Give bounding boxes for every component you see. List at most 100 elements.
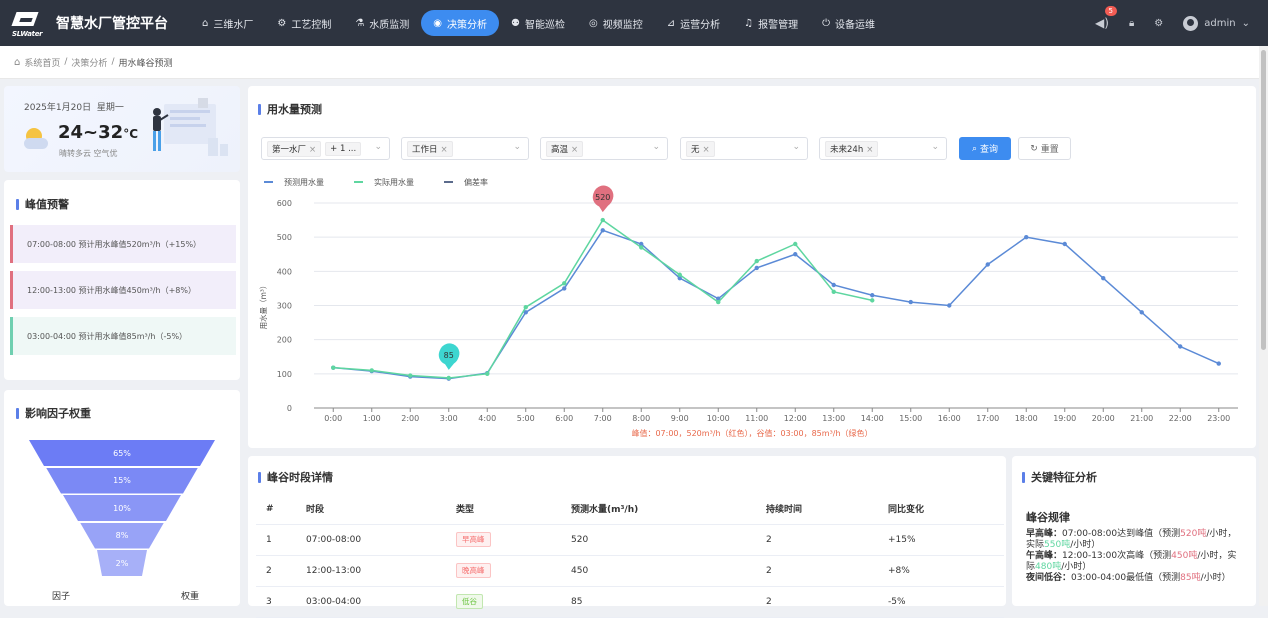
data-point — [369, 368, 374, 373]
temperature-tag[interactable]: 高温 × — [546, 140, 584, 157]
pattern-description: 早高峰：07:00-08:00达到峰值（预测520吨/小时，实际550吨/小时）… — [1026, 529, 1244, 584]
temperature-select[interactable]: 高温 × ⌄ — [540, 137, 668, 160]
peak-alert-item[interactable]: 12:00-13:00 预计用水峰值450m³/h（+8%） — [10, 271, 236, 309]
nav-icon: ⏻ — [822, 17, 831, 29]
close-icon: × — [571, 144, 579, 155]
funnel-segment[interactable]: 15% — [46, 467, 198, 494]
legend-label: 预测用水量 — [284, 177, 324, 187]
table-header: 预测水量(m³/h) — [561, 494, 756, 525]
nav-item-6[interactable]: ⊿ 运营分析 — [655, 10, 732, 36]
data-point — [754, 265, 759, 271]
nav-item-2[interactable]: ⚗ 水质监测 — [343, 10, 421, 36]
nav-item-5[interactable]: ◎ 视频监控 — [577, 10, 655, 36]
funnel-segment[interactable]: 65% — [29, 440, 215, 466]
presenter-illustration-icon — [153, 98, 228, 156]
data-point — [1139, 310, 1144, 315]
table-cell: 晚高峰 — [446, 555, 561, 587]
nav-label: 报警管理 — [758, 19, 799, 31]
nav-item-0[interactable]: ⌂ 三维水厂 — [190, 10, 265, 36]
data-point — [600, 228, 605, 233]
nav-label: 三维水厂 — [213, 19, 254, 31]
table-cell: 1 — [256, 524, 296, 556]
lock-icon[interactable]: 🔒︎ — [1129, 18, 1134, 29]
x-tick-label: 4:00 — [478, 414, 496, 423]
x-tick-label: 3:00 — [440, 414, 458, 423]
table-header: 持续时间 — [756, 494, 878, 525]
nav-icon: ⊿ — [666, 17, 676, 29]
detail-table: # 时段 类型 预测水量(m³/h) 持续时间 同比变化 1 07:00-08:00 早高峰 5… — [256, 494, 1004, 618]
noon-peak-text: 午高峰：12:00-13:00次高峰（预测450吨/小时，实际480吨/小时） — [1026, 551, 1237, 572]
data-point — [485, 371, 490, 377]
x-tick-label: 18:00 — [1015, 414, 1038, 423]
funnel-segment[interactable]: 10% — [63, 495, 181, 521]
forecast-title: 用水量预测 — [258, 101, 322, 117]
nav-label: 水质监测 — [369, 19, 410, 31]
table-cell: +8% — [878, 555, 1004, 587]
table-cell: 2 — [756, 555, 878, 587]
table-cell: 450 — [561, 555, 756, 587]
settings-gear-icon[interactable]: ⚙ — [1154, 18, 1163, 29]
table-header: 类型 — [446, 494, 561, 525]
breadcrumb-separator: / — [64, 57, 68, 67]
nav-item-7[interactable]: ♫ 报警管理 — [732, 10, 810, 36]
data-point — [985, 262, 990, 267]
y-tick-label: 300 — [277, 302, 292, 311]
nav-item-1[interactable]: ⚙ 工艺控制 — [265, 10, 343, 36]
time-range-tag[interactable]: 未来24h × — [825, 140, 879, 157]
daytype-tag[interactable]: 工作日 × — [407, 140, 453, 157]
x-tick-label: 17:00 — [976, 414, 999, 423]
breadcrumb-home[interactable]: 系统首页 — [24, 56, 60, 69]
plant-select[interactable]: 第一水厂 × + 1 ... ⌄ — [261, 137, 390, 160]
factor-label: 因子 — [52, 592, 71, 602]
time-range-select[interactable]: 未来24h × ⌄ — [819, 137, 947, 160]
chart-caption: 峰值：07:00，520m³/h（红色），谷值：03:00，85m³/h（绿色） — [631, 429, 873, 438]
table-row[interactable]: 2 12:00-13:00 晚高峰 450 2 +8% — [256, 555, 1004, 587]
factor-weight-title: 影响因子权重 — [16, 405, 91, 421]
data-point — [1216, 361, 1221, 366]
user-menu[interactable]: admin ⌄ — [1183, 15, 1250, 31]
query-button[interactable]: ⌕ 查询 — [959, 137, 1011, 160]
x-tick-label: 23:00 — [1207, 414, 1230, 423]
table-row[interactable]: 3 03:00-04:00 低谷 85 2 -5% — [256, 586, 1004, 618]
y-tick-label: 600 — [277, 199, 292, 208]
x-tick-label: 22:00 — [1169, 414, 1192, 423]
daytype-select[interactable]: 工作日 × ⌄ — [401, 137, 529, 160]
scrollbar-thumb[interactable] — [1261, 50, 1266, 350]
nav-item-4[interactable]: ⚉ 智能巡检 — [499, 10, 577, 36]
x-tick-label: 9:00 — [671, 414, 689, 423]
breadcrumb-decision[interactable]: 决策分析 — [71, 56, 107, 69]
event-tag[interactable]: 无 × — [686, 140, 715, 157]
nav-item-3[interactable]: ◉ 决策分析 — [421, 10, 500, 36]
nav-item-8[interactable]: ⏻ 设备运维 — [810, 10, 887, 36]
table-row[interactable]: 1 07:00-08:00 早高峰 520 2 +15% — [256, 524, 1004, 556]
morning-peak-text: 早高峰：07:00-08:00达到峰值（预测520吨/小时，实际550吨/小时） — [1026, 529, 1237, 550]
page-scrollbar[interactable] — [1259, 46, 1268, 606]
peak-alert-title: 峰值预警 — [16, 196, 69, 212]
username: admin — [1204, 17, 1236, 29]
table-cell: 2 — [756, 586, 878, 618]
notification-button[interactable]: ◀) 5 — [1095, 6, 1117, 30]
x-tick-label: 12:00 — [784, 414, 807, 423]
data-point — [639, 245, 644, 250]
data-point — [562, 281, 567, 286]
y-tick-label: 200 — [277, 336, 292, 345]
funnel-segment[interactable]: 2% — [97, 550, 147, 576]
chevron-down-icon: ⌄ — [931, 142, 939, 152]
chevron-down-icon: ⌄ — [652, 142, 660, 152]
event-select[interactable]: 无 × ⌄ — [680, 137, 808, 160]
table-cell: 03:00-04:00 — [296, 586, 446, 618]
table-cell: +15% — [878, 524, 1004, 556]
reset-button[interactable]: ↻ 重置 — [1018, 137, 1071, 160]
plant-tag[interactable]: 第一水厂 × — [267, 140, 322, 157]
breadcrumb: ⌂ 系统首页 / 决策分析 / 用水峰谷预测 — [0, 46, 1268, 79]
funnel-segment[interactable]: 8% — [80, 522, 164, 549]
data-point — [870, 298, 875, 303]
chevron-down-icon: ⌄ — [513, 142, 521, 152]
x-tick-label: 13:00 — [822, 414, 845, 423]
brand[interactable]: SLWater 智慧水厂管控平台 — [0, 8, 190, 38]
detail-panel: 峰谷时段详情 # 时段 类型 预测水量(m³/h) 持续时间 同比变化 1 07:00-08… — [248, 456, 1006, 618]
nav-icon: ⚙ — [277, 17, 287, 29]
peak-alert-item[interactable]: 03:00-04:00 预计用水峰值85m³/h（-5%） — [10, 317, 236, 355]
data-point — [793, 252, 798, 257]
peak-alert-item[interactable]: 07:00-08:00 预计用水峰值520m³/h（+15%） — [10, 225, 236, 263]
